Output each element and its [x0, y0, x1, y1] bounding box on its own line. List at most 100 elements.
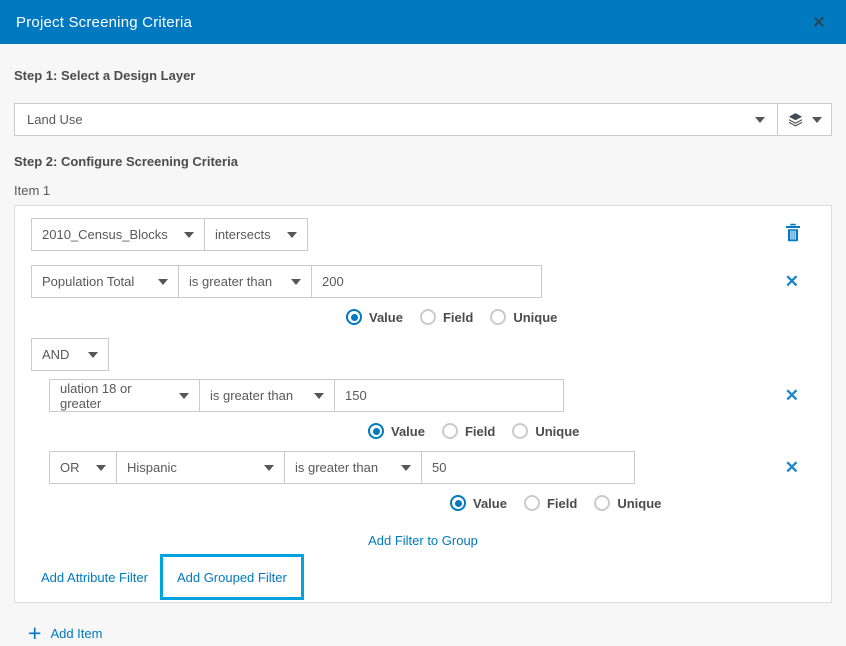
filter3-radio-unique[interactable]: Unique: [594, 495, 661, 511]
trash-icon: [785, 229, 801, 246]
tutorial-highlight-box: Add Grouped Filter: [160, 554, 304, 600]
radio-unselected-icon: [490, 309, 506, 325]
radio-unique-label: Unique: [535, 424, 579, 439]
item-panel: 2010_Census_Blocks intersects: [14, 205, 832, 603]
filter3-value-input[interactable]: [432, 460, 624, 475]
filter1-field-dropdown[interactable]: Population Total: [32, 266, 179, 297]
filter1-mode-radios: Value Field Unique: [346, 309, 815, 325]
grouped-filter-row-1: ulation 18 or greater is greater than ✕: [49, 379, 815, 412]
chevron-down-icon: [88, 352, 98, 358]
filter1-operator-dropdown[interactable]: is greater than: [179, 266, 312, 297]
filter3-connector-value: OR: [60, 460, 80, 475]
chevron-down-icon: [158, 279, 168, 285]
spatial-filter-row: 2010_Census_Blocks intersects: [31, 218, 815, 251]
chevron-down-icon: [184, 232, 194, 238]
connector-value: AND: [42, 347, 69, 362]
design-layer-select[interactable]: Land Use: [15, 104, 777, 135]
radio-unique-label: Unique: [513, 310, 557, 325]
delete-item-button[interactable]: [785, 223, 801, 247]
filter2-operator-dropdown[interactable]: is greater than: [200, 380, 335, 411]
radio-value-label: Value: [391, 424, 425, 439]
chevron-down-icon: [401, 465, 411, 471]
radio-selected-icon: [368, 423, 384, 439]
layer-dropdown[interactable]: 2010_Census_Blocks: [31, 218, 205, 251]
filter-links-row: Add Attribute Filter Add Grouped Filter: [31, 552, 815, 602]
filter1-field-value: Population Total: [42, 274, 134, 289]
filter2-operator-value: is greater than: [210, 388, 293, 403]
filter1-value-input[interactable]: [322, 274, 531, 289]
filter2-radio-unique[interactable]: Unique: [512, 423, 579, 439]
filter1-value-cell: [312, 266, 541, 297]
radio-unselected-icon: [442, 423, 458, 439]
close-icon[interactable]: ✕: [808, 12, 830, 33]
radio-value-label: Value: [473, 496, 507, 511]
filter3-mode-radios: Value Field Unique: [450, 495, 815, 511]
connector-row: AND: [31, 338, 815, 371]
dialog-titlebar: Project Screening Criteria ✕: [0, 0, 846, 44]
remove-filter1-icon[interactable]: ✕: [785, 273, 799, 290]
filter2-value-input[interactable]: [345, 388, 553, 403]
chevron-down-icon: [314, 393, 324, 399]
spatial-operator-value: intersects: [215, 227, 271, 242]
filter1-radio-value[interactable]: Value: [346, 309, 403, 325]
radio-unselected-icon: [594, 495, 610, 511]
layer-list-button[interactable]: [777, 104, 831, 135]
remove-filter3-icon[interactable]: ✕: [785, 459, 799, 476]
chevron-down-icon: [96, 465, 106, 471]
radio-field-label: Field: [465, 424, 495, 439]
dialog-title: Project Screening Criteria: [16, 14, 192, 31]
step1-label: Step 1: Select a Design Layer: [14, 68, 832, 83]
filter2-field-dropdown[interactable]: ulation 18 or greater: [50, 380, 200, 411]
add-attribute-filter-link[interactable]: Add Attribute Filter: [41, 570, 148, 585]
attribute-filter-row-1: Population Total is greater than ✕: [31, 265, 815, 298]
radio-unselected-icon: [512, 423, 528, 439]
filter3-operator-dropdown[interactable]: is greater than: [285, 452, 422, 483]
spatial-operator-dropdown[interactable]: intersects: [204, 218, 308, 251]
layer-dropdown-value: 2010_Census_Blocks: [42, 227, 168, 242]
radio-unique-label: Unique: [617, 496, 661, 511]
radio-value-label: Value: [369, 310, 403, 325]
filter2-mode-radios: Value Field Unique: [368, 423, 815, 439]
filter1-box: Population Total is greater than: [31, 265, 542, 298]
filter3-field-dropdown[interactable]: Hispanic: [117, 452, 285, 483]
filter3-radio-value[interactable]: Value: [450, 495, 507, 511]
remove-filter2-icon[interactable]: ✕: [785, 387, 799, 404]
radio-unselected-icon: [524, 495, 540, 511]
filter3-box: OR Hispanic is greater than: [49, 451, 635, 484]
radio-field-label: Field: [443, 310, 473, 325]
filter1-operator-value: is greater than: [189, 274, 272, 289]
add-item-label: Add Item: [50, 626, 102, 641]
dialog-body: Step 1: Select a Design Layer Land Use S…: [0, 68, 846, 645]
filter2-radio-value[interactable]: Value: [368, 423, 425, 439]
grouped-filter-row-2: OR Hispanic is greater than ✕: [49, 451, 815, 484]
filter3-value-cell: [422, 452, 634, 483]
radio-selected-icon: [346, 309, 362, 325]
filter2-box: ulation 18 or greater is greater than: [49, 379, 564, 412]
chevron-down-icon: [812, 117, 822, 123]
filter2-field-value: ulation 18 or greater: [60, 381, 165, 411]
filter3-operator-value: is greater than: [295, 460, 378, 475]
filter2-radio-field[interactable]: Field: [442, 423, 495, 439]
add-filter-to-group-link[interactable]: Add Filter to Group: [368, 533, 478, 548]
filter2-value-cell: [335, 380, 563, 411]
radio-field-label: Field: [547, 496, 577, 511]
add-item-button[interactable]: + Add Item: [28, 622, 832, 645]
chevron-down-icon: [264, 465, 274, 471]
connector-dropdown[interactable]: AND: [31, 338, 109, 371]
filter1-radio-field[interactable]: Field: [420, 309, 473, 325]
design-layer-select-row: Land Use: [14, 103, 832, 136]
plus-icon: +: [28, 622, 41, 645]
chevron-down-icon: [291, 279, 301, 285]
radio-selected-icon: [450, 495, 466, 511]
filter1-radio-unique[interactable]: Unique: [490, 309, 557, 325]
radio-unselected-icon: [420, 309, 436, 325]
design-layer-value: Land Use: [27, 112, 83, 127]
filter3-radio-field[interactable]: Field: [524, 495, 577, 511]
filter3-connector-dropdown[interactable]: OR: [50, 452, 117, 483]
add-grouped-filter-link[interactable]: Add Grouped Filter: [177, 570, 287, 585]
chevron-down-icon: [287, 232, 297, 238]
layers-icon: [788, 112, 803, 127]
project-screening-dialog: Project Screening Criteria ✕ Step 1: Sel…: [0, 0, 846, 632]
chevron-down-icon: [755, 117, 765, 123]
filter3-field-value: Hispanic: [127, 460, 177, 475]
